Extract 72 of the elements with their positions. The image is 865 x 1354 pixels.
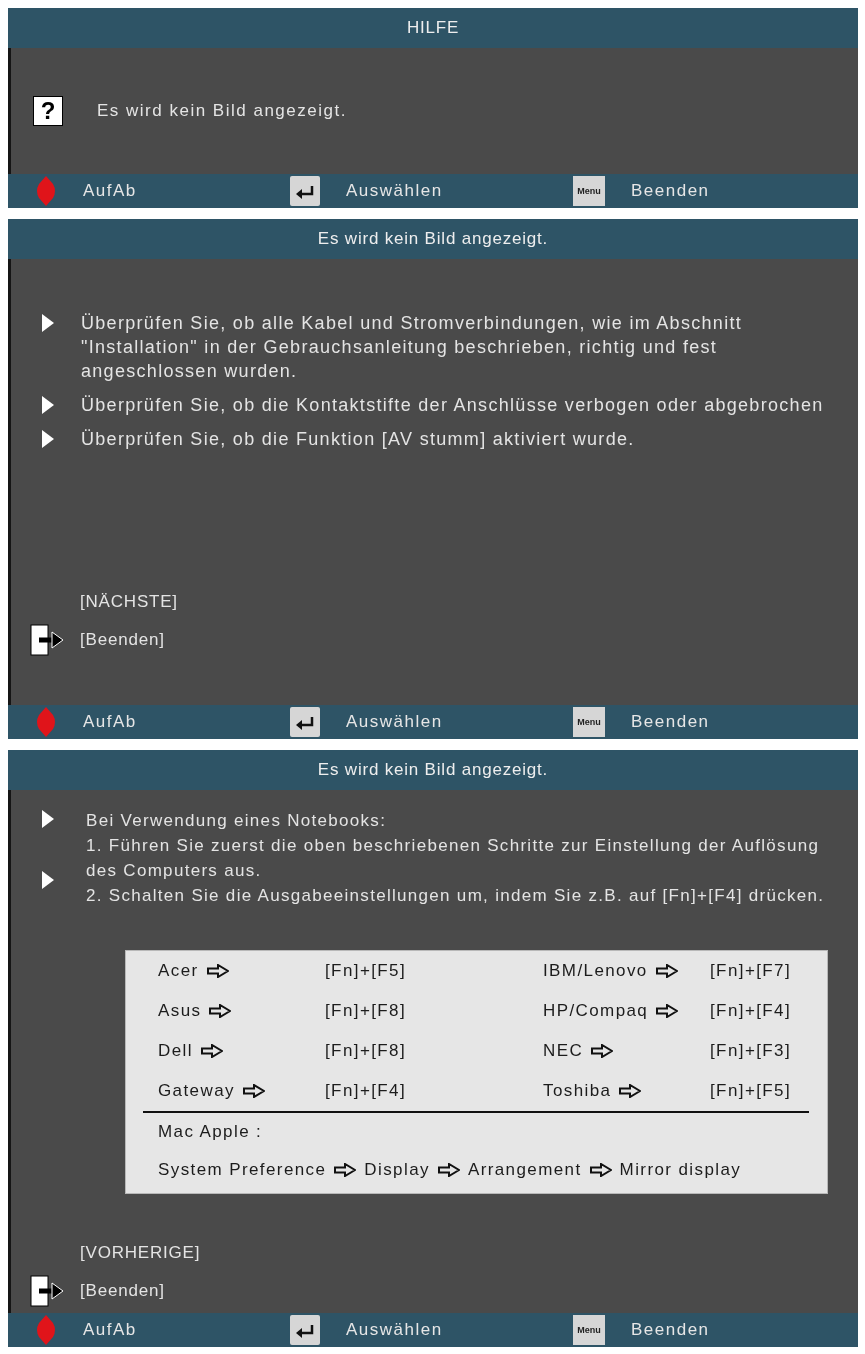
menu-key-label: Menu <box>573 176 605 206</box>
right-arrow-icon <box>209 1004 232 1018</box>
brand-label: NEC <box>543 1041 584 1061</box>
up-down-icon <box>35 1315 57 1345</box>
bullet-triangle-icon <box>42 396 54 414</box>
brand-label: HP/Compaq <box>543 1001 649 1021</box>
nav-option[interactable]: [Beenden] <box>30 1272 165 1310</box>
enter-key-icon <box>290 707 320 737</box>
bullet-triangle-icon <box>42 430 54 448</box>
right-arrow-icon <box>591 1044 614 1058</box>
brand-label: Gateway <box>158 1081 235 1101</box>
instruction-text: 1. Führen Sie zuerst die oben beschriebenen Schritte zur Einstellung der Auflösung des Computers aus. <box>86 835 821 882</box>
menu-path-step: Display <box>364 1160 430 1180</box>
key-combination: [Fn]+[F8] <box>325 1041 407 1061</box>
menu-key-label: Menu <box>573 707 605 737</box>
right-arrow-icon <box>655 964 678 978</box>
exit-door-icon <box>30 624 64 656</box>
up-down-icon <box>35 176 57 206</box>
instruction-text: Überprüfen Sie, ob die Kontaktstifte der Anschlüsse verbogen oder abgebrochen <box>81 394 825 417</box>
right-arrow-icon <box>589 1163 612 1177</box>
menu-path-step: System Preference <box>158 1160 327 1180</box>
footer-hint-label: Auswählen <box>346 1320 443 1340</box>
instruction-text: Bei Verwendung eines Notebooks: <box>86 810 388 832</box>
bullet-triangle-icon <box>42 314 54 332</box>
right-arrow-icon <box>206 964 229 978</box>
question-mark-icon: ? <box>33 96 63 126</box>
key-combination: [Fn]+[F8] <box>325 1001 407 1021</box>
brand-label: Toshiba <box>543 1081 612 1101</box>
right-arrow-icon <box>619 1084 642 1098</box>
nav-option[interactable]: [NÄCHSTE] <box>80 583 178 621</box>
enter-key-icon <box>290 1315 320 1345</box>
instruction-text: Überprüfen Sie, ob die Funktion [AV stumm] aktiviert wurde. <box>81 428 636 451</box>
key-combination: [Fn]+[F5] <box>710 1081 792 1101</box>
footer-hint-label: AufAb <box>83 181 137 201</box>
instruction-text: Überprüfen Sie, ob alle Kabel und Stromverbindungen, wie im Abschnitt "Installation" in der Gebrauchsanleitung beschrieben, richtig und fest angeschlossen wurden. <box>81 312 744 383</box>
panel-title: HILFE <box>406 18 460 38</box>
right-arrow-icon <box>242 1084 265 1098</box>
key-combination: [Fn]+[F3] <box>710 1041 792 1061</box>
nav-option[interactable]: [Beenden] <box>30 621 165 659</box>
menu-path-step: Arrangement <box>467 1160 582 1180</box>
exit-door-icon <box>30 1275 64 1307</box>
footer-hint-label: Beenden <box>631 712 710 732</box>
key-combination: [Fn]+[F5] <box>325 961 407 981</box>
key-combination: [Fn]+[F4] <box>710 1001 792 1021</box>
menu-key-label: Menu <box>573 1315 605 1345</box>
nav-option[interactable]: [VORHERIGE] <box>80 1234 201 1272</box>
right-arrow-icon <box>437 1163 460 1177</box>
panel-title: Es wird kein Bild angezeigt. <box>317 760 549 780</box>
brand-label: Dell <box>158 1041 193 1061</box>
brand-label: Asus <box>158 1001 202 1021</box>
panel-title: Es wird kein Bild angezeigt. <box>317 229 549 249</box>
key-combination: [Fn]+[F4] <box>325 1081 407 1101</box>
help-topic-item[interactable]: ? Es wird kein Bild angezeigt. <box>33 96 347 126</box>
footer-hint-label: Auswählen <box>346 712 443 732</box>
right-arrow-icon <box>200 1044 223 1058</box>
right-arrow-icon <box>334 1163 357 1177</box>
menu-path-step: Mirror display <box>619 1160 742 1180</box>
footer-hint-label: Beenden <box>631 1320 710 1340</box>
footer-hint-label: AufAb <box>83 712 137 732</box>
footer-hint-label: Auswählen <box>346 181 443 201</box>
enter-key-icon <box>290 176 320 206</box>
brand-label: Acer <box>158 961 199 981</box>
footer-hint-label: Beenden <box>631 181 710 201</box>
up-down-icon <box>35 707 57 737</box>
mac-label: Mac Apple : <box>158 1122 263 1142</box>
instruction-text: 2. Schalten Sie die Ausgabeeinstellungen um, indem Sie z.B. auf [Fn]+[F4] drücken. <box>86 885 826 907</box>
bullet-triangle-icon <box>42 810 54 828</box>
key-combination: [Fn]+[F7] <box>710 961 792 981</box>
brand-label: IBM/Lenovo <box>543 961 648 981</box>
right-arrow-icon <box>656 1004 679 1018</box>
footer-hint-label: AufAb <box>83 1320 137 1340</box>
bullet-triangle-icon <box>42 871 54 889</box>
